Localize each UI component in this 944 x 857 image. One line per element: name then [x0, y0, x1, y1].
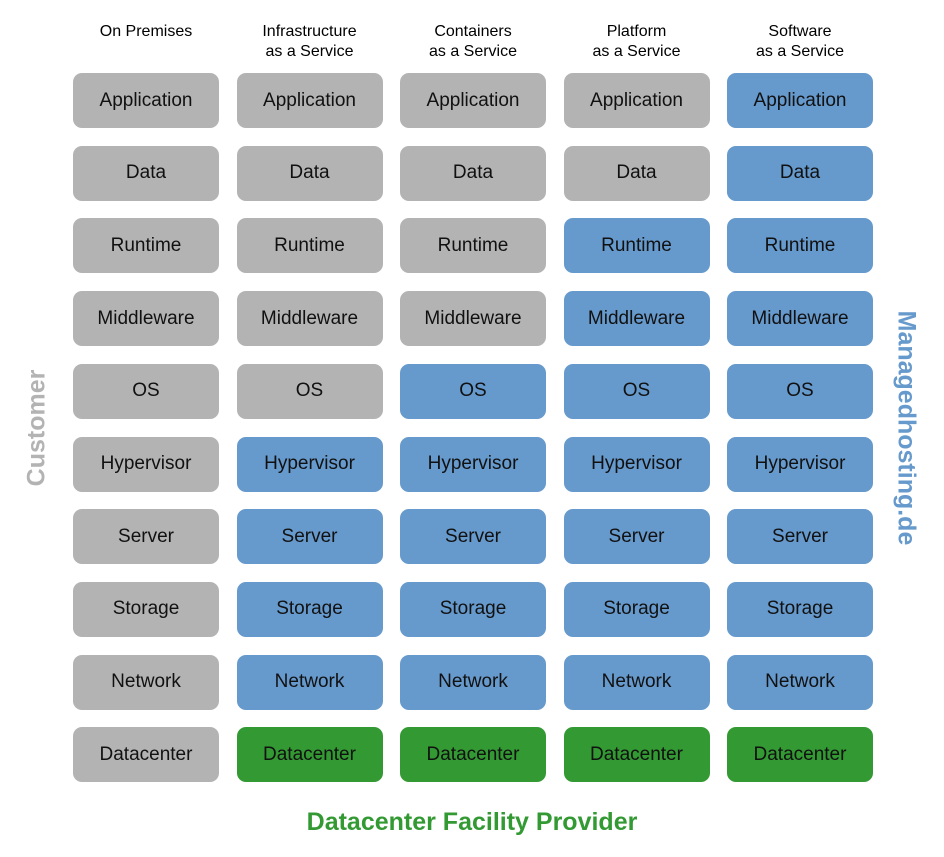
- column-header-line: Platform: [606, 23, 667, 40]
- layer-cell-datacenter: Datacenter: [400, 727, 546, 783]
- layer-cell-datacenter: Datacenter: [73, 727, 219, 783]
- layer-cell-application: Application: [563, 73, 710, 128]
- layer-cell-hypervisor: Hypervisor: [563, 436, 710, 492]
- layer-cell-application: Application: [236, 73, 383, 128]
- layer-cell-datacenter: Datacenter: [727, 727, 873, 783]
- layer-cell-application: Application: [727, 73, 873, 128]
- layer-cell-runtime: Runtime: [400, 218, 546, 274]
- column-header: On Premises: [56, 22, 236, 42]
- layer-cell-data: Data: [563, 145, 710, 201]
- layer-cell-server: Server: [73, 509, 219, 565]
- cloud-service-models-diagram: Customer Managedhosting.de Datacenter Fa…: [0, 0, 944, 857]
- layer-cell-storage: Storage: [236, 581, 383, 637]
- layer-cell-middleware: Middleware: [727, 291, 873, 347]
- layer-cell-middleware: Middleware: [236, 291, 383, 347]
- column-header-line: Containers: [434, 23, 512, 40]
- layer-cell-server: Server: [727, 509, 873, 565]
- column-header-line: as a Service: [592, 43, 681, 60]
- customer-label: Customer: [22, 369, 51, 487]
- column-header: Software as a Service: [710, 22, 890, 62]
- layer-cell-network: Network: [563, 654, 710, 710]
- layer-cell-hypervisor: Hypervisor: [400, 436, 546, 492]
- layer-cell-datacenter: Datacenter: [563, 727, 710, 783]
- layer-cell-storage: Storage: [563, 581, 710, 637]
- layer-cell-runtime: Runtime: [236, 218, 383, 274]
- layer-cell-server: Server: [236, 509, 383, 565]
- column-header-line: as a Service: [428, 43, 518, 60]
- layer-cell-hypervisor: Hypervisor: [727, 436, 873, 492]
- layer-cell-runtime: Runtime: [73, 218, 219, 274]
- column-header: Infrastructure as a Service: [220, 22, 400, 62]
- layer-cell-data: Data: [400, 145, 546, 201]
- column-header-line: Infrastructure: [262, 23, 357, 40]
- layer-cell-runtime: Runtime: [563, 218, 710, 274]
- layer-cell-network: Network: [727, 654, 873, 710]
- layer-cell-server: Server: [400, 509, 546, 565]
- layer-cell-os: OS: [727, 363, 873, 419]
- layer-cell-os: OS: [400, 363, 546, 419]
- column-header-line: as a Service: [755, 43, 845, 60]
- column-header-line: Software: [768, 23, 832, 40]
- layer-cell-data: Data: [727, 145, 873, 201]
- column-header-line: as a Service: [265, 43, 354, 60]
- layer-cell-network: Network: [236, 654, 383, 710]
- column-header: Platform as a Service: [547, 22, 727, 62]
- layer-cell-os: OS: [236, 363, 383, 419]
- layer-cell-os: OS: [563, 363, 710, 419]
- layer-cell-hypervisor: Hypervisor: [236, 436, 383, 492]
- layer-cell-storage: Storage: [73, 581, 219, 637]
- layer-cell-application: Application: [73, 73, 219, 128]
- layer-cell-middleware: Middleware: [400, 291, 546, 347]
- layer-cell-os: OS: [73, 363, 219, 419]
- layer-cell-server: Server: [563, 509, 710, 565]
- column-header: Containers as a Service: [383, 22, 563, 62]
- layer-cell-storage: Storage: [727, 581, 873, 637]
- layer-cell-middleware: Middleware: [563, 291, 710, 347]
- layer-cell-network: Network: [400, 654, 546, 710]
- layer-cell-storage: Storage: [400, 581, 546, 637]
- layer-cell-data: Data: [236, 145, 383, 201]
- facility-provider-label: Datacenter Facility Provider: [306, 808, 638, 836]
- provider-label: Managedhosting.de: [892, 310, 921, 546]
- layer-cell-hypervisor: Hypervisor: [73, 436, 219, 492]
- layer-cell-network: Network: [73, 654, 219, 710]
- column-header-line: On Premises: [99, 23, 193, 40]
- layer-cell-runtime: Runtime: [727, 218, 873, 274]
- layer-cell-middleware: Middleware: [73, 291, 219, 347]
- layer-cell-datacenter: Datacenter: [236, 727, 383, 783]
- layer-cell-application: Application: [400, 73, 546, 128]
- layer-cell-data: Data: [73, 145, 219, 201]
